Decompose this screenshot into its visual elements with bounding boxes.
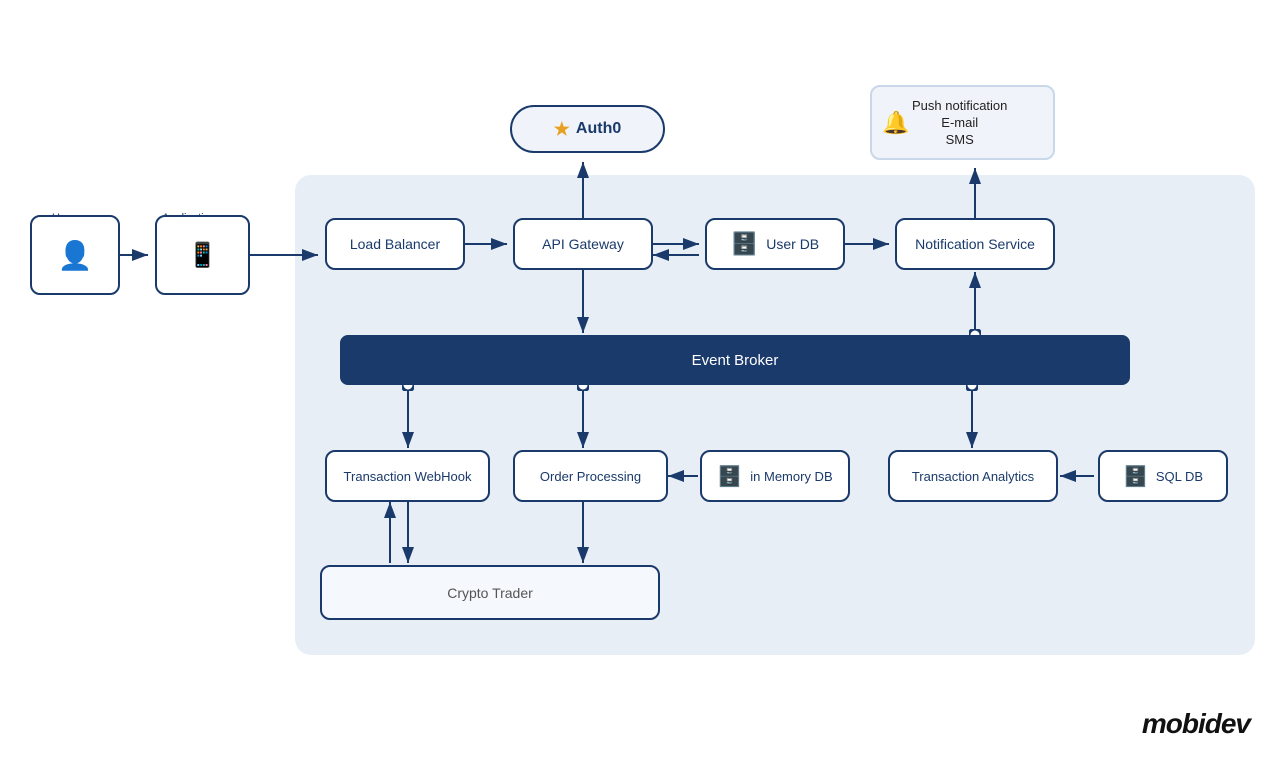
notification-service-label: Notification Service (915, 236, 1035, 252)
auth0-box: ★ Auth0 (510, 105, 665, 153)
transaction-webhook-label: Transaction WebHook (344, 469, 472, 484)
sql-db-label: SQL DB (1156, 469, 1203, 484)
auth0-label: Auth0 (576, 120, 621, 138)
mobidev-logo: mobidev (1142, 708, 1250, 740)
notification-info-box: 🔔 Push notification E-mail SMS (870, 85, 1055, 160)
event-broker-box: Event Broker (340, 335, 1130, 385)
notif-line2: E-mail (912, 115, 1007, 130)
bell-icon: 🔔 (882, 110, 909, 136)
in-memory-db-label: in Memory DB (750, 469, 832, 484)
phone-icon: 📱 (188, 241, 218, 270)
order-processing-box: Order Processing (513, 450, 668, 502)
user-db-box: 🗄️ User DB (705, 218, 845, 270)
transaction-webhook-box: Transaction WebHook (325, 450, 490, 502)
logo-text: mobi (1142, 708, 1205, 739)
api-gateway-box: API Gateway (513, 218, 653, 270)
transaction-analytics-label: Transaction Analytics (912, 469, 1034, 484)
notif-line1: Push notification (912, 98, 1007, 113)
transaction-analytics-box: Transaction Analytics (888, 450, 1058, 502)
event-broker-label: Event Broker (692, 352, 779, 369)
user-icon: 👤 (58, 239, 93, 272)
logo-italic: dev (1205, 708, 1250, 739)
user-db-label: User DB (766, 236, 819, 252)
sql-db-box: 🗄️ SQL DB (1098, 450, 1228, 502)
load-balancer-box: Load Balancer (325, 218, 465, 270)
user-box: 👤 (30, 215, 120, 295)
order-processing-label: Order Processing (540, 469, 641, 484)
load-balancer-label: Load Balancer (350, 236, 440, 252)
application-box: 📱 (155, 215, 250, 295)
auth0-icon: ★ (554, 119, 570, 140)
sqldb-icon: 🗄️ (1123, 464, 1148, 489)
in-memory-db-box: 🗄️ in Memory DB (700, 450, 850, 502)
api-gateway-label: API Gateway (542, 236, 624, 252)
notif-line3: SMS (912, 132, 1007, 147)
memdb-icon: 🗄️ (717, 464, 742, 489)
diagram-container: ★ Auth0 🔔 Push notification E-mail SMS U… (0, 0, 1280, 758)
db-icon: 🗄️ (731, 231, 758, 257)
crypto-trader-label: Crypto Trader (447, 585, 533, 601)
crypto-trader-box: Crypto Trader (320, 565, 660, 620)
notification-service-box: Notification Service (895, 218, 1055, 270)
